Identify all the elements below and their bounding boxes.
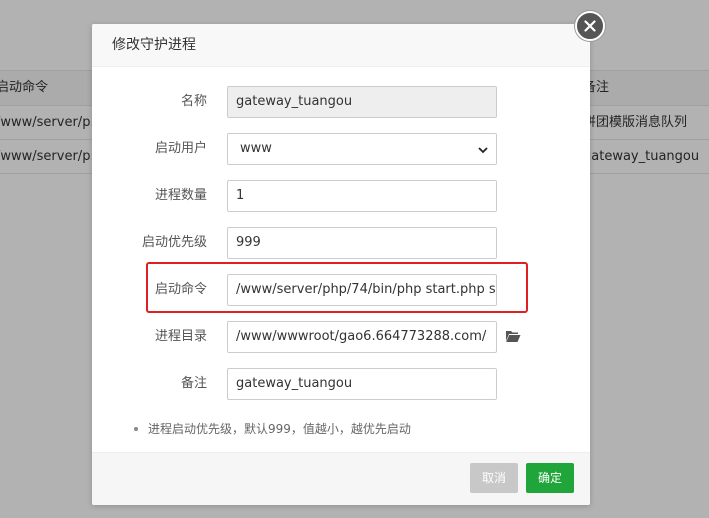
- count-row: 进程数量 1: [92, 180, 590, 212]
- dialog-footer: 取消 确定: [92, 452, 590, 505]
- name-label: 名称: [180, 94, 207, 109]
- count-label: 进程数量: [154, 188, 207, 203]
- priority-label: 启动优先级: [141, 235, 207, 250]
- bullet-icon: [134, 426, 138, 431]
- chevron-down-icon: [478, 147, 488, 154]
- close-button[interactable]: [575, 11, 605, 41]
- priority-input[interactable]: 999: [227, 227, 497, 259]
- name-row: 名称 gateway_tuangou: [92, 86, 590, 118]
- remark-input[interactable]: gateway_tuangou: [227, 368, 497, 400]
- remark-row: 备注 gateway_tuangou: [92, 368, 590, 400]
- tip-text: 进程启动优先级，默认999，值越小，越优先启动: [148, 422, 411, 436]
- priority-row: 启动优先级 999: [92, 227, 590, 259]
- command-label: 启动命令: [154, 282, 207, 297]
- directory-label: 进程目录: [154, 329, 207, 344]
- directory-input[interactable]: /www/wwwroot/gao6.664773288.com/: [227, 321, 497, 353]
- close-icon: [584, 20, 596, 32]
- process-count-input[interactable]: 1: [227, 180, 497, 212]
- directory-row: 进程目录 /www/wwwroot/gao6.664773288.com/: [92, 321, 590, 353]
- remark-label: 备注: [180, 376, 207, 391]
- priority-tip: 进程启动优先级，默认999，值越小，越优先启动: [134, 420, 411, 437]
- cancel-button[interactable]: 取消: [470, 463, 518, 493]
- user-select-value: www: [240, 141, 272, 156]
- edit-daemon-dialog: 修改守护进程 名称 gateway_tuangou 启动用户 www 进程数量 …: [92, 24, 590, 505]
- user-row: 启动用户 www: [92, 133, 590, 165]
- command-input[interactable]: /www/server/php/74/bin/php start.php sta…: [227, 274, 497, 306]
- name-field: gateway_tuangou: [227, 86, 497, 118]
- command-row: 启动命令 /www/server/php/74/bin/php start.ph…: [92, 274, 590, 306]
- confirm-button[interactable]: 确定: [526, 463, 574, 493]
- user-label: 启动用户: [154, 141, 207, 156]
- dialog-title: 修改守护进程: [92, 24, 590, 67]
- folder-open-icon[interactable]: [505, 329, 521, 343]
- user-select[interactable]: www: [227, 133, 497, 165]
